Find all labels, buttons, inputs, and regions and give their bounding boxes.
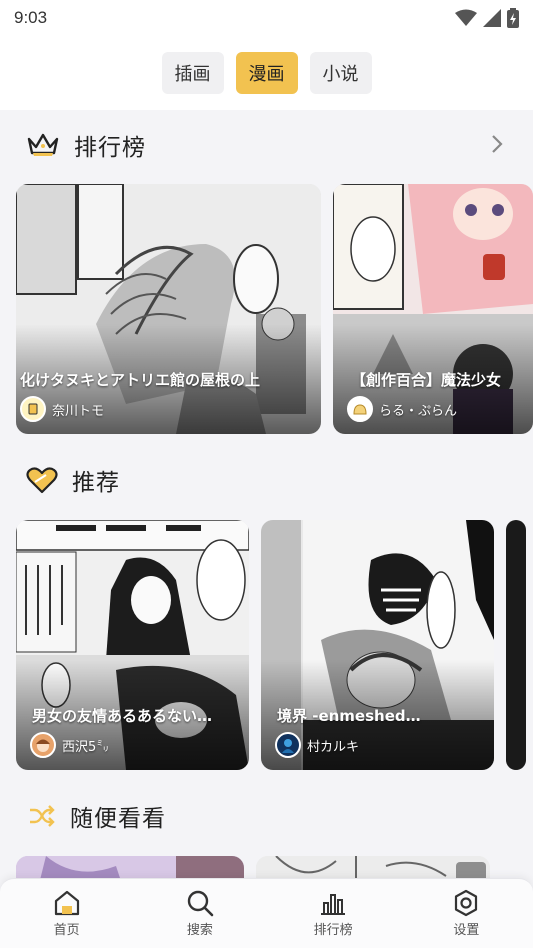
status-bar: 9:03	[0, 0, 533, 36]
tab-novel[interactable]: 小说	[309, 52, 372, 94]
recommend-card[interactable]: 境界 -enmeshed… 村カルキ	[261, 520, 494, 770]
avatar	[20, 396, 46, 422]
status-time: 9:03	[14, 8, 48, 27]
recommend-list: 男女の友情あるあるない… 西沢5㍉ 境界 -enmeshed… 村カルキ	[16, 520, 533, 770]
wifi-icon	[455, 9, 477, 26]
author-name: 村カルキ	[307, 739, 360, 755]
search-icon	[187, 890, 214, 917]
card-author: 村カルキ	[275, 732, 359, 758]
card-author: 西沢5㍉	[30, 732, 109, 758]
card-title: 化けタヌキとアトリエ館の屋根の上	[20, 371, 261, 389]
avatar	[347, 396, 373, 422]
recommend-header: 推荐	[0, 452, 533, 508]
heart-icon	[26, 467, 58, 494]
avatar-face-icon	[36, 739, 50, 752]
avatar-bread-icon	[353, 404, 367, 415]
battery-icon	[507, 8, 519, 28]
recommend-card[interactable]: 男女の友情あるあるない… 西沢5㍉	[16, 520, 249, 770]
random-header: 随便看看	[0, 788, 533, 844]
avatar-figure-icon	[282, 739, 294, 753]
author-name: 奈川トモ	[52, 403, 105, 419]
ranking-header[interactable]: 排行榜	[0, 117, 533, 173]
nav-settings-label: 设置	[453, 923, 480, 938]
home-icon	[54, 890, 79, 916]
ranking-list: 化けタヌキとアトリエ館の屋根の上 奈川トモ 【創作百合】魔法少女 らる・ぷらん	[16, 184, 533, 434]
settings-icon	[455, 889, 478, 917]
ranking-icon	[321, 894, 346, 915]
nav-home[interactable]: 首页	[22, 889, 112, 938]
nav-settings[interactable]: 设置	[421, 889, 511, 938]
avatar	[30, 732, 56, 758]
tab-illustration[interactable]: 插画	[161, 52, 224, 94]
author-name: 西沢5㍉	[62, 739, 110, 755]
card-author: らる・ぷらん	[347, 396, 457, 422]
recommend-title: 推荐	[72, 470, 120, 496]
nav-ranking[interactable]: 排行榜	[288, 889, 378, 938]
card-author: 奈川トモ	[20, 396, 104, 422]
shuffle-icon	[30, 805, 55, 827]
signal-icon	[483, 9, 501, 27]
card-title: 境界 -enmeshed…	[277, 707, 421, 725]
crown-icon	[27, 133, 59, 156]
tab-manga[interactable]: 漫画	[235, 52, 298, 94]
random-title: 随便看看	[70, 806, 166, 832]
bottom-nav: 首页 搜索 排行榜 设置	[0, 878, 533, 948]
ranking-card[interactable]: 【創作百合】魔法少女 らる・ぷらん	[333, 184, 533, 434]
avatar	[275, 732, 301, 758]
status-icons	[455, 8, 519, 28]
card-title: 男女の友情あるあるない…	[32, 707, 213, 725]
author-name: らる・ぷらん	[379, 403, 458, 419]
avatar-cup-icon	[28, 403, 38, 415]
nav-home-label: 首页	[53, 923, 80, 938]
card-title: 【創作百合】魔法少女	[351, 371, 502, 389]
nav-ranking-label: 排行榜	[313, 923, 353, 938]
nav-search[interactable]: 搜索	[155, 889, 245, 938]
chevron-right-icon[interactable]	[491, 133, 503, 155]
ranking-card[interactable]: 化けタヌキとアトリエ館の屋根の上 奈川トモ	[16, 184, 321, 434]
recommend-card[interactable]	[506, 520, 526, 770]
category-tabs: 插画 漫画 小说	[0, 36, 533, 110]
nav-search-label: 搜索	[186, 923, 213, 938]
ranking-title: 排行榜	[74, 135, 146, 161]
